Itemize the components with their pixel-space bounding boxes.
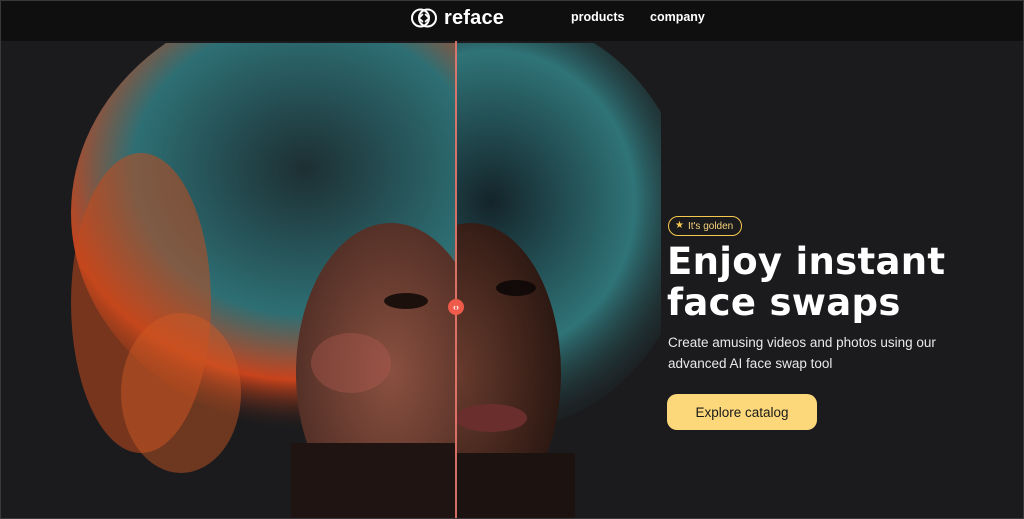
golden-badge: ★ It's golden: [668, 216, 743, 236]
slider-handle-icon: ‹›: [453, 302, 459, 312]
top-nav: reface products company: [1, 1, 1023, 41]
page: reface products company ‹› ★ It's golden…: [0, 0, 1024, 519]
logo[interactable]: reface: [410, 4, 504, 32]
star-icon: ★: [675, 220, 684, 231]
compare-divider-line: [455, 41, 457, 518]
hero-headline: Enjoy instant face swaps: [667, 241, 1007, 323]
badge-label: It's golden: [687, 220, 734, 232]
reface-logo-icon: [411, 8, 437, 28]
nav-link-company[interactable]: company: [650, 10, 705, 24]
logo-text: reface: [444, 6, 505, 29]
headline-line-1: Enjoy instant: [667, 240, 946, 283]
face-swap-portrait-image: [71, 43, 661, 518]
explore-catalog-button[interactable]: Explore catalog: [667, 394, 817, 430]
hero-subtext: Create amusing videos and photos using o…: [668, 335, 936, 371]
compare-slider-handle[interactable]: ‹›: [448, 299, 464, 315]
headline-line-2: face swaps: [667, 281, 901, 324]
nav-link-products[interactable]: products: [571, 10, 624, 24]
